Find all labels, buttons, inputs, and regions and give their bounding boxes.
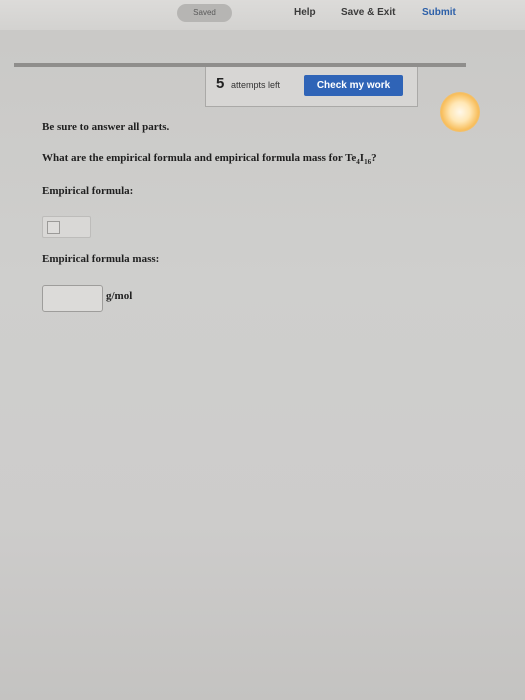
saved-status-badge: Saved	[177, 4, 232, 22]
attempts-count: 5	[216, 75, 225, 92]
instructions-text: Be sure to answer all parts.	[42, 121, 170, 133]
formula-placeholder-icon	[47, 221, 60, 234]
top-toolbar: Saved Help Save & Exit Submit	[0, 0, 525, 30]
submit-link[interactable]: Submit	[422, 7, 456, 18]
attempts-label: attempts left	[231, 80, 281, 90]
empirical-mass-input[interactable]	[42, 285, 103, 312]
attempts-panel: 5 attempts left Check my work	[205, 67, 418, 107]
empirical-formula-input[interactable]	[42, 216, 91, 238]
help-link[interactable]: Help	[294, 7, 316, 18]
question-text: What are the empirical formula and empir…	[42, 152, 377, 166]
check-my-work-button[interactable]: Check my work	[304, 75, 403, 96]
formula-element-te: Te	[345, 152, 357, 164]
mass-unit-label: g/mol	[106, 290, 133, 302]
question-suffix: ?	[371, 152, 377, 164]
save-exit-link[interactable]: Save & Exit	[341, 7, 395, 18]
empirical-formula-label: Empirical formula:	[42, 185, 134, 197]
empirical-mass-label: Empirical formula mass:	[42, 253, 160, 265]
question-prefix: What are the empirical formula and empir…	[42, 152, 346, 164]
light-glare	[440, 92, 480, 132]
